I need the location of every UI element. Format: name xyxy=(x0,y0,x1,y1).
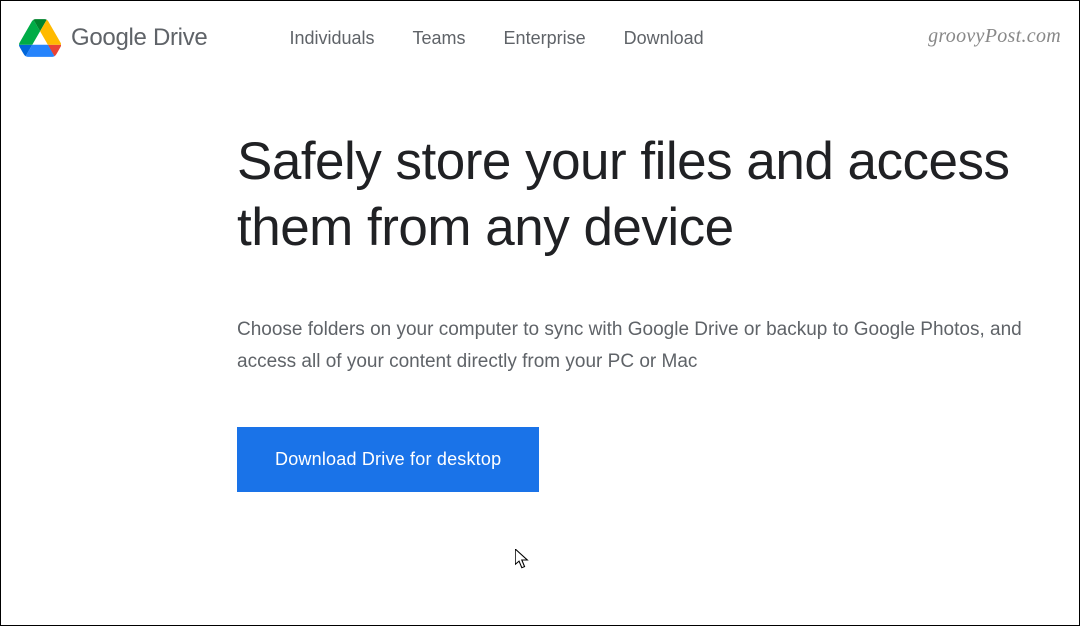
page-headline: Safely store your files and access them … xyxy=(237,129,1039,260)
logo-text: Google Drive xyxy=(71,24,207,52)
logo-google-word: Google xyxy=(71,24,147,51)
google-drive-icon xyxy=(19,19,61,57)
watermark: groovyPost.com xyxy=(928,25,1061,48)
logo-drive-word: Drive xyxy=(147,24,208,51)
main-content: Safely store your files and access them … xyxy=(1,75,1079,492)
page-subtext: Choose folders on your computer to sync … xyxy=(237,314,1037,377)
cursor-icon xyxy=(515,549,533,571)
nav-teams[interactable]: Teams xyxy=(413,28,466,49)
logo[interactable]: Google Drive xyxy=(19,19,207,57)
nav-individuals[interactable]: Individuals xyxy=(289,28,374,49)
nav-download[interactable]: Download xyxy=(624,28,704,49)
header: Google Drive Individuals Teams Enterpris… xyxy=(1,1,1079,75)
nav-enterprise[interactable]: Enterprise xyxy=(504,28,586,49)
download-drive-button[interactable]: Download Drive for desktop xyxy=(237,427,539,492)
top-nav: Individuals Teams Enterprise Download xyxy=(289,28,703,49)
